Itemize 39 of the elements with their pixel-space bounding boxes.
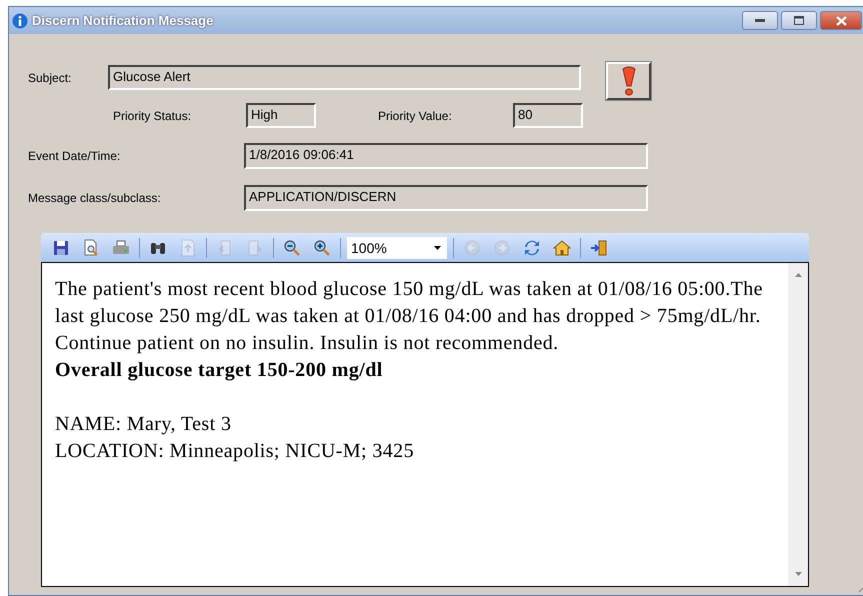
- minimize-icon: [755, 18, 765, 22]
- date-time-field[interactable]: 1/8/2016 09:06:41: [244, 143, 648, 169]
- message-text: Overall glucose target 150-200 mg/dl: [55, 358, 384, 383]
- scroll-up-icon: [794, 273, 802, 277]
- message-text: The patient's most recent blood glucose 150 mg/dL was taken at 01/08/16 05:00.The last glucose 250 mg/dL was taken at 01/08/16 04:00 and has dropped > 75mg/dL/hr. Continue patient on no insulin. Insulin is not recommended.: [55, 277, 764, 356]
- message-text: NAME: Mary, Test 3: [55, 412, 232, 437]
- zoom-out-icon: [283, 238, 301, 256]
- exclamation-icon: [620, 66, 636, 96]
- minimize-button[interactable]: [742, 11, 778, 30]
- dropdown-arrow-icon: [434, 246, 441, 250]
- zoom-in-icon: [313, 238, 331, 256]
- exit-door-icon: [590, 238, 608, 256]
- field-label: Subject:: [28, 70, 72, 84]
- maximize-icon: [794, 16, 804, 25]
- field-label: Priority Value:: [378, 108, 453, 122]
- window-title: Discern Notification Message: [32, 13, 214, 28]
- zoom-dropdown[interactable]: 100%: [347, 236, 447, 258]
- page-right-icon: [246, 238, 264, 256]
- field-label: Message class/subclass:: [28, 191, 162, 205]
- page-magnifier-icon: [82, 238, 100, 256]
- maximize-button[interactable]: [781, 11, 817, 30]
- refresh-icon: [523, 238, 541, 256]
- scroll-down-icon: [794, 572, 802, 576]
- back-icon: [463, 238, 481, 256]
- message-class-field[interactable]: APPLICATION/DISCERN: [244, 185, 648, 211]
- close-icon: [836, 16, 846, 26]
- info-icon: [12, 12, 28, 28]
- home-icon: [553, 238, 571, 256]
- field-label: Priority Status:: [113, 108, 192, 122]
- zoom-value: 100%: [351, 240, 387, 256]
- printer-icon: [112, 238, 130, 256]
- message-text: LOCATION: Minneapolis; NICU-M; 3425: [55, 439, 415, 464]
- priority-value-field[interactable]: 80: [513, 103, 583, 128]
- field-label: Event Date/Time:: [28, 149, 122, 163]
- scrollbar[interactable]: [788, 263, 808, 586]
- forward-icon: [493, 238, 511, 256]
- subject-field[interactable]: Glucose Alert: [108, 65, 581, 90]
- priority-status-field[interactable]: High: [246, 103, 316, 128]
- close-button[interactable]: [820, 11, 862, 30]
